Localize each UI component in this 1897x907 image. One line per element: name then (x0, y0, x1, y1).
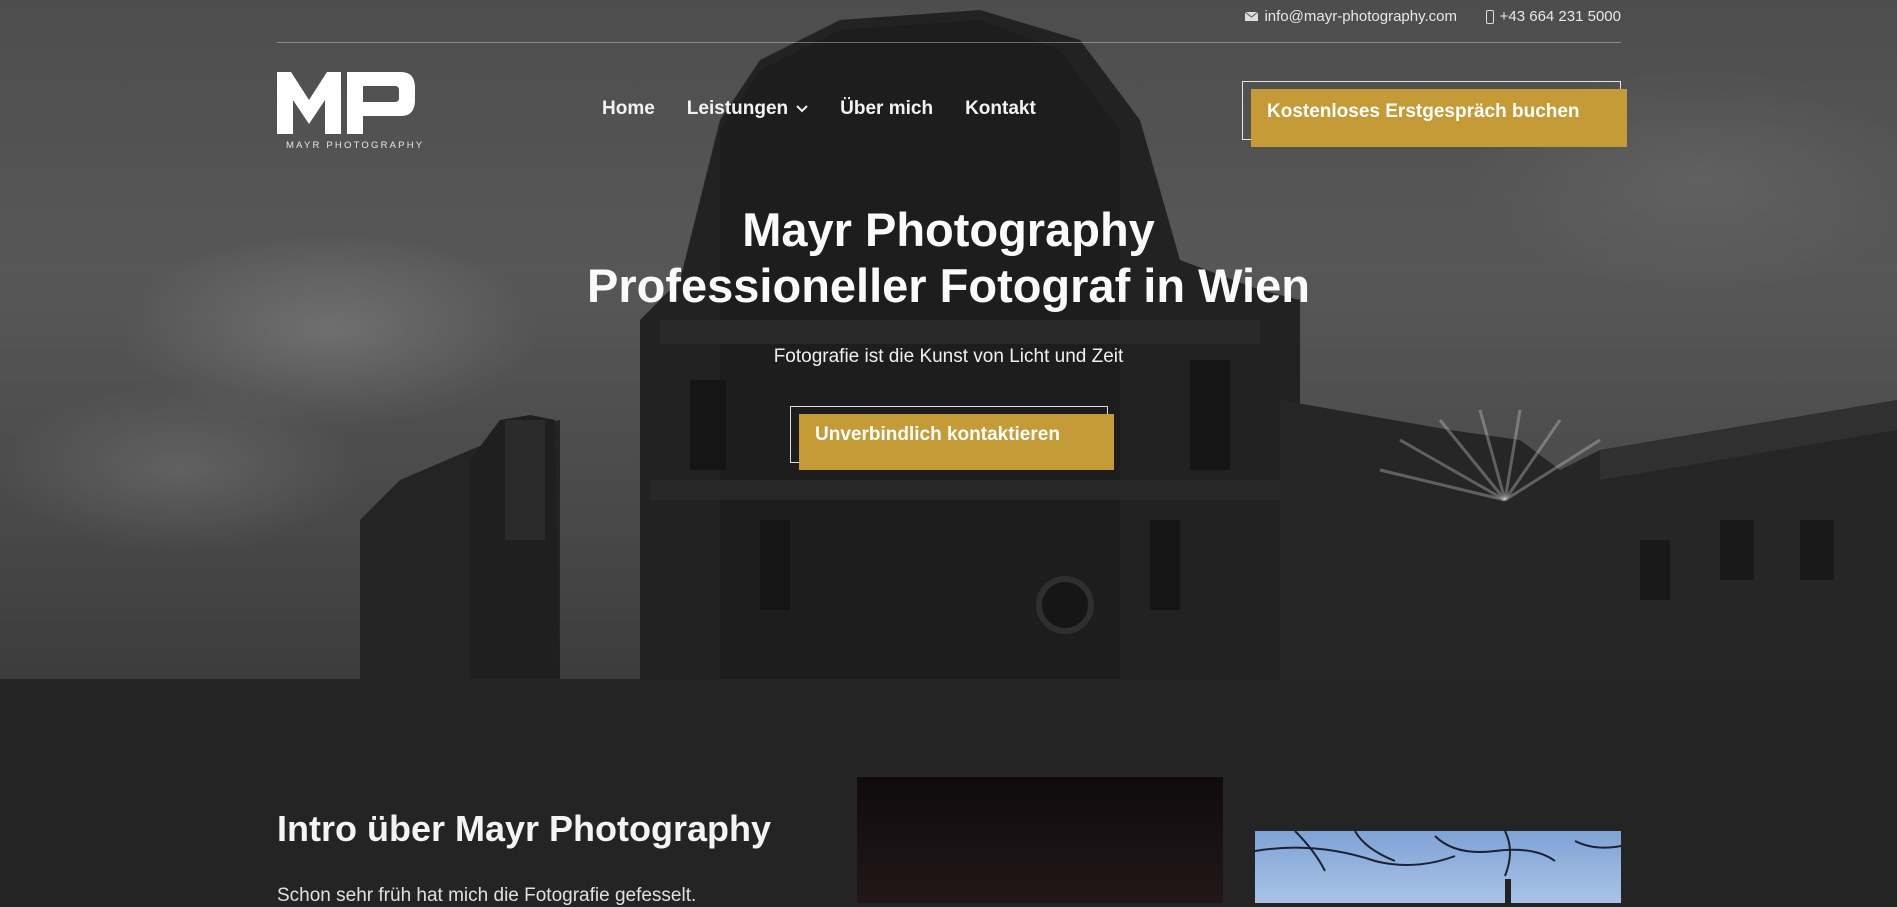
intro-image-sky (1255, 831, 1621, 903)
top-contact-bar: info@mayr-photography.com +43 664 231 50… (277, 0, 1621, 43)
nav-item-label: Leistungen (686, 98, 789, 119)
intro-paragraph: Schon sehr früh hat mich die Fotografie … (277, 885, 697, 906)
email-link[interactable]: info@mayr-photography.com (1245, 8, 1457, 25)
tree-branches-image (1255, 831, 1621, 903)
main-navigation: Home Leistungen Über mich Kontakt (602, 98, 1068, 120)
nav-item-kontakt[interactable]: Kontakt (965, 98, 1036, 120)
phone-icon (1485, 9, 1494, 24)
hero-subtitle: Fotografie ist die Kunst von Licht und Z… (773, 346, 1124, 367)
nav-item-leistungen[interactable]: Leistungen (687, 98, 808, 120)
phone-link[interactable]: +43 664 231 5000 (1485, 8, 1621, 25)
nav-item-label: Kontakt (965, 98, 1036, 119)
chevron-down-icon (796, 105, 808, 113)
intro-image-dark (857, 777, 1223, 903)
phone-text: +43 664 231 5000 (1499, 8, 1621, 25)
contact-button[interactable]: Unverbindlich kontaktieren (799, 414, 1114, 470)
logo-text: MAYR PHOTOGRAPHY (286, 140, 425, 151)
book-consultation-button[interactable]: Kostenloses Erstgespräch buchen (1251, 89, 1627, 147)
email-text: info@mayr-photography.com (1264, 8, 1457, 25)
hero-title-line1: Mayr Photography (742, 203, 1155, 256)
hero-title: Mayr Photography Professioneller Fotogra… (0, 202, 1897, 314)
nav-item-label: Über mich (840, 98, 934, 119)
hero-title-line2: Professioneller Fotograf in Wien (587, 259, 1310, 312)
intro-heading: Intro über Mayr Photography (277, 808, 772, 849)
nav-item-ueber-mich[interactable]: Über mich (840, 98, 933, 120)
nav-item-home[interactable]: Home (602, 98, 655, 120)
mail-icon (1245, 12, 1259, 21)
nav-item-label: Home (602, 98, 655, 119)
